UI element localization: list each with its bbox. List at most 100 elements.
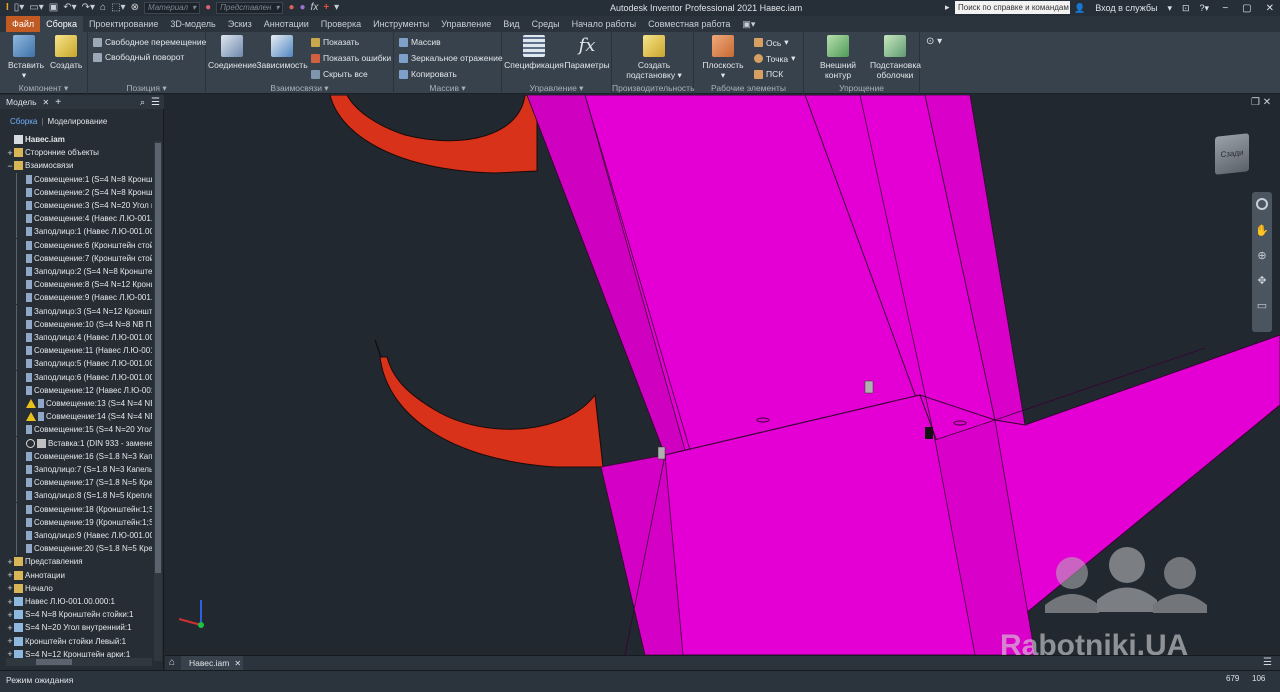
create-button[interactable]: Создать (50, 35, 82, 70)
customize-icon[interactable]: ▾ (334, 0, 339, 16)
home-icon[interactable]: ⌂ (100, 0, 106, 16)
tree-row[interactable]: Совмещение:13 (S=4 N=4 NB (16, 397, 152, 410)
mirror-button[interactable]: Зеркальное отражение (399, 53, 503, 63)
appearance-select[interactable]: Представлен ▾ (216, 2, 284, 14)
expand-icon[interactable]: + (6, 597, 14, 607)
ribbon-extra-icon[interactable]: ⊙ ▾ (926, 36, 942, 47)
view-face-icon[interactable]: ▭ (1252, 299, 1272, 312)
tree-row[interactable]: Совмещение:18 (Кронштейн:1;S= (16, 502, 152, 516)
tree-row[interactable]: + Кронштейн стойки Левый:1 (6, 635, 126, 648)
free-move-button[interactable]: Свободное перемещение (93, 37, 206, 47)
tree-row[interactable]: + Аннотации (6, 569, 65, 582)
tab-view[interactable]: Вид (497, 16, 525, 32)
tree-row[interactable]: Заподлицо:8 (S=1.8 N=5 Креплє (16, 489, 152, 503)
maximize-icon[interactable]: ▢ (1242, 3, 1251, 14)
browser-scrollbar-thumb[interactable] (155, 143, 161, 573)
tree-row[interactable]: Совмещение:7 (Кронштейн стойк (16, 251, 152, 265)
subtab-modeling[interactable]: Моделирование (47, 117, 107, 126)
tree-row[interactable]: + Представления (6, 555, 82, 568)
tree-row[interactable]: Совмещение:11 (Навес Л.Ю-001.0 (16, 344, 152, 358)
expand-icon[interactable]: + (6, 623, 14, 633)
doc-tab-navess[interactable]: Навес.iam ✕ (181, 656, 243, 670)
shrinkwrap-button[interactable]: Подстановка оболочки (870, 35, 921, 80)
orbit-icon[interactable]: ✥ (1252, 274, 1272, 287)
redo-icon[interactable]: ↷▾ (82, 0, 95, 16)
select-icon[interactable]: ⬚▾ (111, 0, 125, 16)
add-browser-tab-icon[interactable]: + (55, 97, 61, 108)
tab-get-started[interactable]: Начало работы (566, 16, 642, 32)
copy-button[interactable]: Копировать (399, 69, 457, 79)
signin-button[interactable]: Вход в службы (1095, 3, 1157, 13)
constraint-button[interactable]: Зависимость (256, 35, 308, 70)
tree-row[interactable]: + S=4 N=20 Угол внутренний:1 (6, 621, 131, 634)
tree-row[interactable]: − Взаимосвязи (6, 159, 73, 172)
tree-row[interactable]: Совмещение:12 (Навес Л.Ю-001.0 (16, 383, 152, 397)
tree-row[interactable]: Совмещение:1 (S=4 N=8 Кронштейн (16, 172, 152, 186)
close-icon[interactable]: ✕ (234, 659, 241, 668)
save-icon[interactable]: ▣ (49, 0, 58, 16)
tree-row[interactable]: Совмещение:9 (Навес Л.Ю-001.00 (16, 291, 152, 305)
viewcube[interactable]: Сзади (1215, 133, 1249, 175)
bom-button[interactable]: Спецификация (504, 35, 564, 70)
material-select[interactable]: Материал ▾ (143, 2, 201, 14)
axis-button[interactable]: Ось ▾ (754, 37, 789, 48)
tree-row[interactable]: Совмещение:8 (S=4 N=12 Кронш (16, 278, 152, 292)
expand-icon[interactable]: + (6, 570, 14, 580)
tree-row[interactable]: Совмещение:15 (S=4 N=20 Угол в (16, 423, 152, 437)
point-button[interactable]: Точка ▾ (754, 53, 795, 64)
tree-row[interactable]: Совмещение:6 (Кронштейн стойк (16, 238, 152, 252)
tree-row[interactable]: Заподлицо:9 (Навес Л.Ю-001.00.0 (16, 529, 152, 542)
expand-icon[interactable]: + (6, 557, 14, 567)
ucs-button[interactable]: ПСК (754, 69, 783, 79)
viewport-restore-icon[interactable]: ❐ ✕ (1251, 97, 1271, 108)
tab-environments[interactable]: Среды (526, 16, 566, 32)
tree-row[interactable]: + Навес Л.Ю-001.00.000:1 (6, 595, 115, 608)
parameters-button[interactable]: fx Параметры (564, 35, 610, 70)
tab-inspect[interactable]: Проверка (315, 16, 367, 32)
update-icon[interactable]: ⊗ (131, 0, 139, 16)
open-icon[interactable]: ▭▾ (29, 0, 43, 16)
new-file-icon[interactable]: ▯▾ (14, 0, 25, 16)
hide-all-button[interactable]: Скрыть все (311, 69, 368, 79)
cart-icon[interactable]: ⊡ (1182, 3, 1190, 14)
tree-row[interactable]: Совмещение:19 (Кронштейн:1;S= (16, 515, 152, 529)
plus-icon[interactable]: + (323, 0, 329, 16)
tree-row[interactable]: Совмещение:4 (Навес Л.Ю-001.00. (16, 212, 152, 226)
undo-icon[interactable]: ↶▾ (63, 0, 76, 16)
user-icon[interactable]: 👤 (1074, 3, 1085, 14)
tree-row[interactable]: Совмещение:17 (S=1.8 N=5 Креп (16, 476, 152, 490)
tree-row[interactable]: Совмещение:14 (S=4 N=4 NB (16, 410, 152, 424)
close-icon[interactable]: ✕ (43, 98, 50, 107)
graphics-viewport[interactable]: Rabotniki.UA Сзади ❐ ✕ ✋ ⊕ ✥ ▭ (165, 95, 1280, 655)
expand-icon[interactable]: + (6, 636, 14, 646)
tree-row[interactable]: Совмещение:2 (S=4 N=8 Кронште (16, 185, 152, 199)
pan-icon[interactable]: ✋ (1252, 224, 1272, 237)
search-arrow-icon[interactable]: ▸ (945, 2, 950, 13)
tree-row[interactable]: + Начало (6, 582, 53, 595)
search-icon[interactable]: ⌕ (140, 97, 145, 108)
tree-row[interactable]: Заподлицо:3 (S=4 N=12 Кронште (16, 304, 152, 318)
tree-row[interactable]: Вставка:1 (DIN 933 - заменен (16, 436, 152, 450)
help-icon[interactable]: ?▾ (1200, 3, 1210, 14)
tree-row[interactable]: Совмещение:10 (S=4 N=8 NB Пла (16, 317, 152, 331)
expand-icon[interactable]: + (6, 583, 14, 593)
tab-menu-icon[interactable]: ☰ (1263, 657, 1272, 668)
browser-scrollbar[interactable] (154, 141, 162, 661)
tree-row[interactable]: Совмещение:16 (S=1.8 N=3 Капе (16, 449, 152, 463)
tab-assembly[interactable]: Сборка (40, 16, 83, 32)
expand-icon[interactable]: + (6, 610, 14, 620)
tab-tools[interactable]: Инструменты (367, 16, 435, 32)
tree-row[interactable]: + Сторонние объекты (6, 146, 99, 159)
tab-file[interactable]: Файл (6, 16, 41, 32)
tab-design[interactable]: Проектирование (83, 16, 164, 32)
browser-tab-model[interactable]: Модель (6, 97, 37, 107)
tree-row[interactable]: Заподлицо:6 (Навес Л.Ю-001.00. (16, 370, 152, 384)
expand-icon[interactable]: + (6, 148, 14, 158)
help-search-input[interactable]: Поиск по справке и командам (955, 1, 1070, 14)
show-errors-button[interactable]: Показать ошибки (311, 53, 391, 63)
pattern-button[interactable]: Массив (399, 37, 441, 47)
joint-button[interactable]: Соединение (208, 35, 257, 70)
ribbon-options-icon[interactable]: ▣▾ (736, 16, 761, 32)
clear-appearance-icon[interactable]: ● (288, 0, 294, 16)
insert-button[interactable]: Вставить ▾ (8, 35, 44, 80)
